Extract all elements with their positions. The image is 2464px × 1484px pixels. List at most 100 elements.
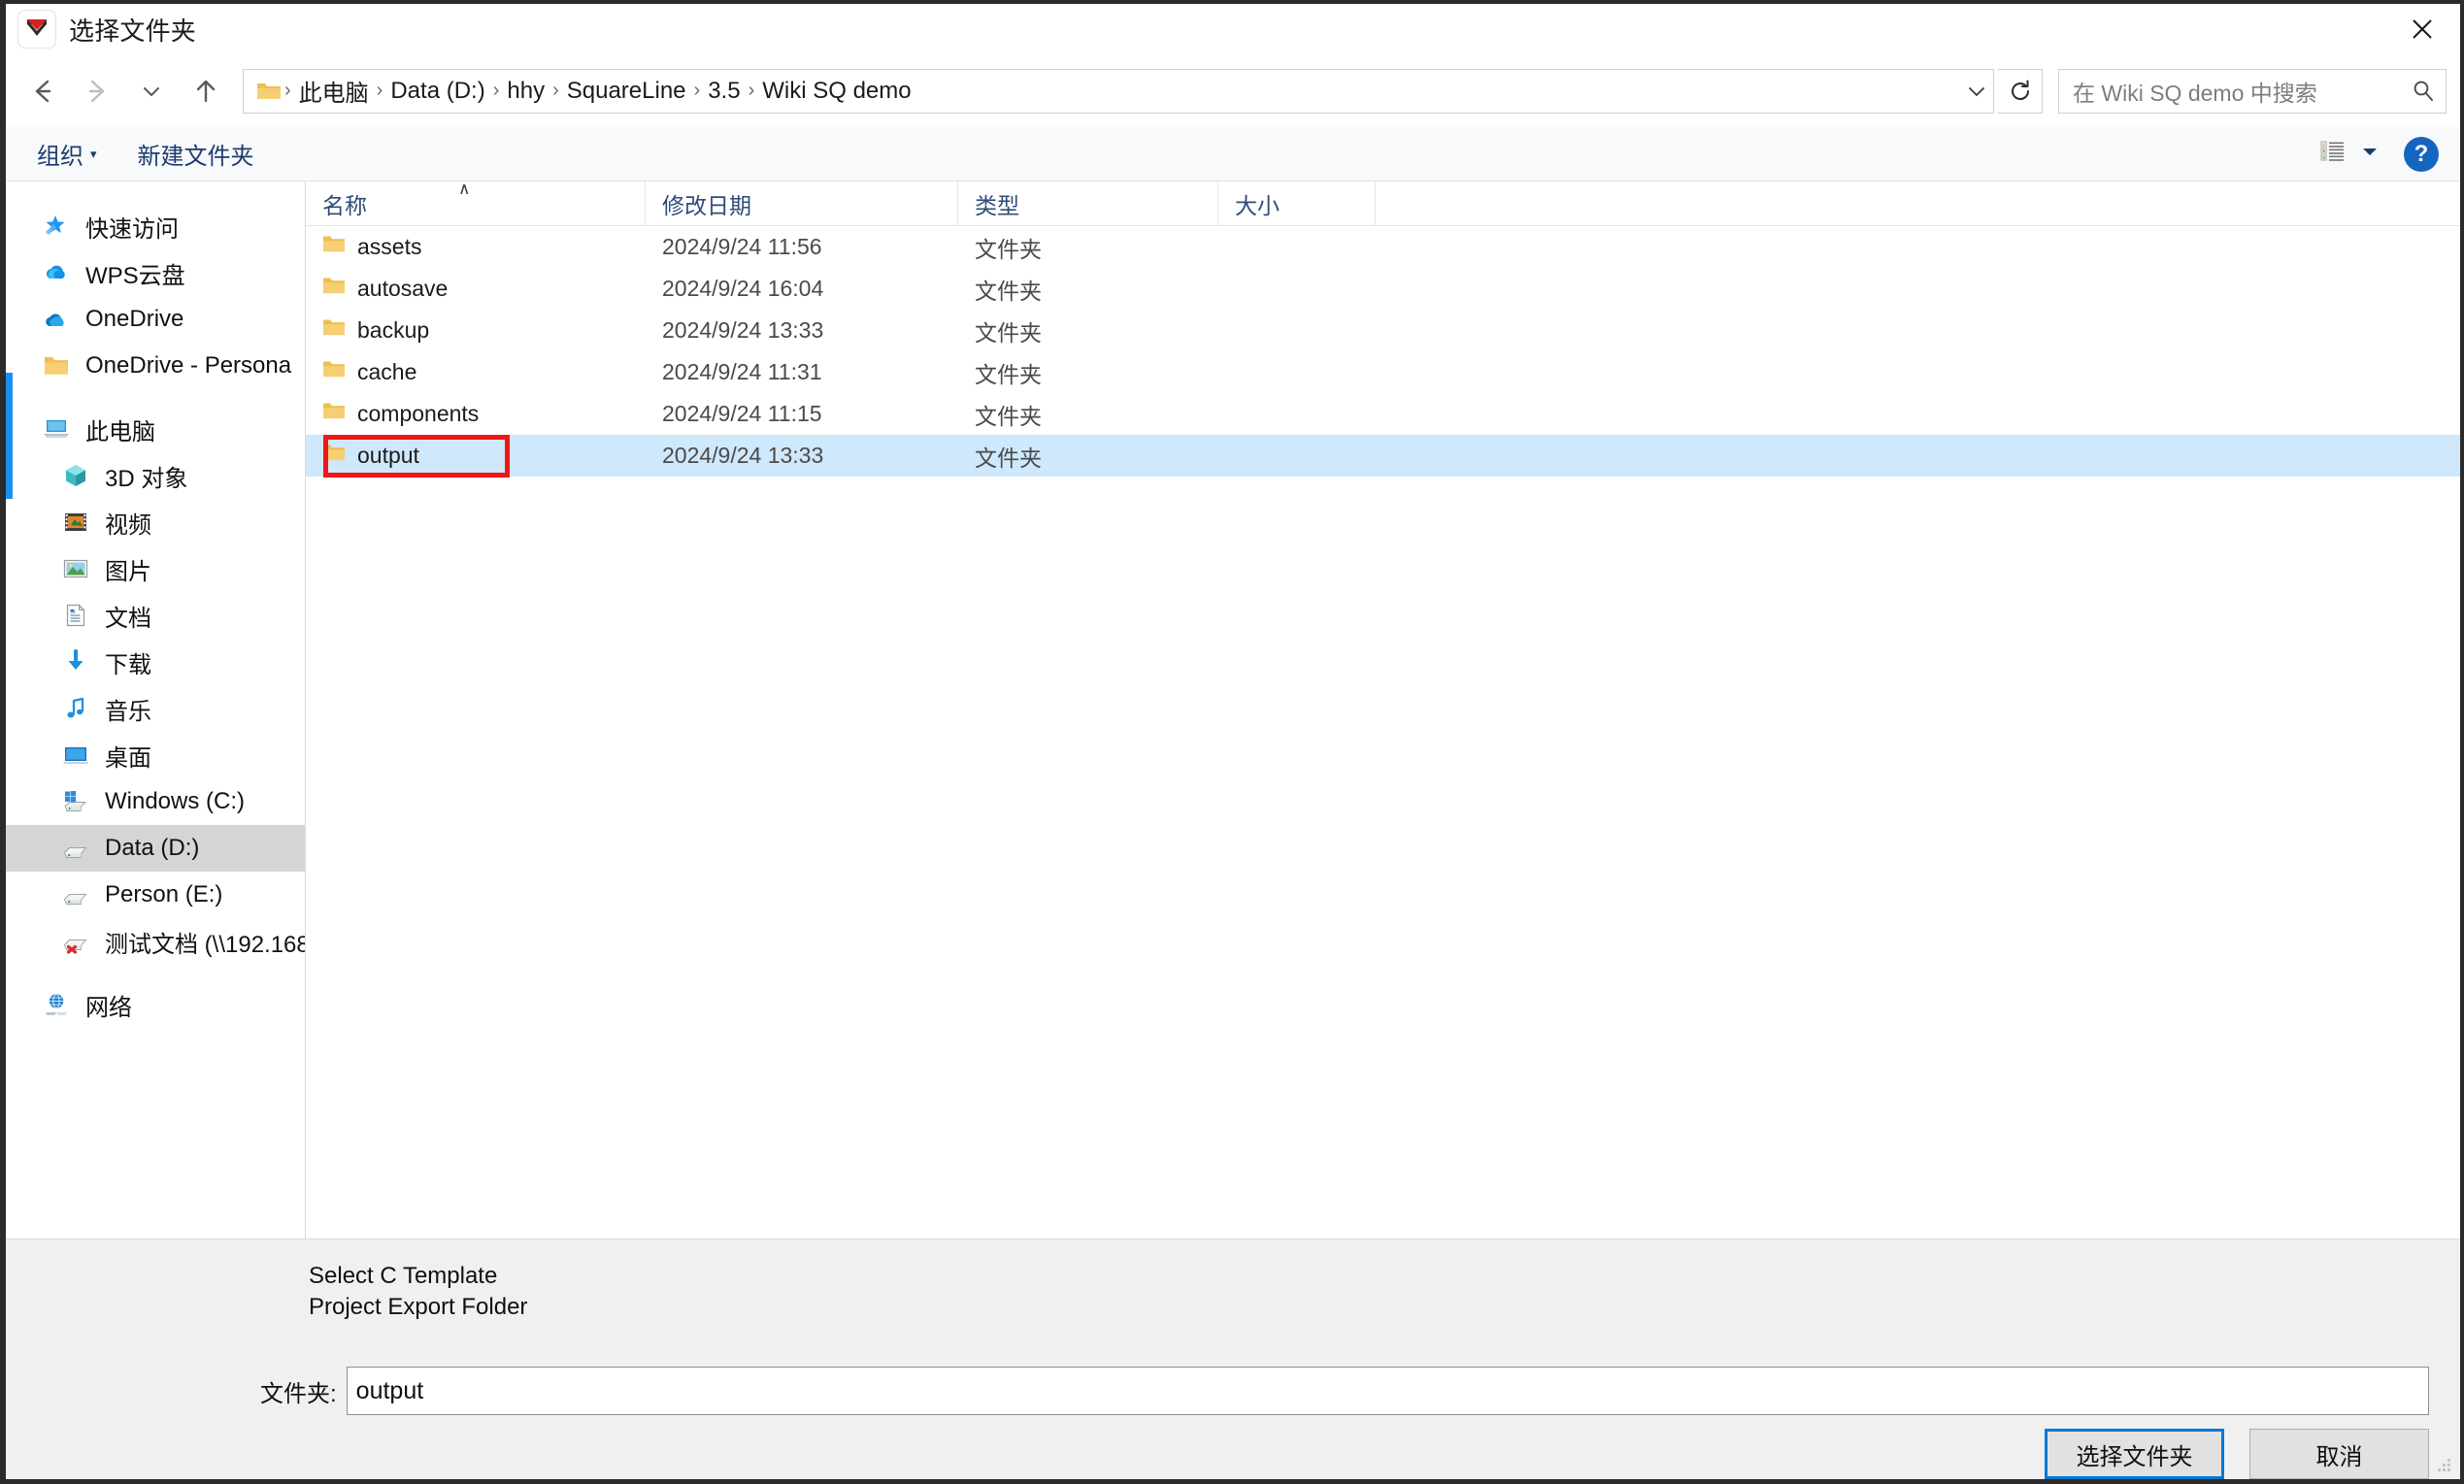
- table-row[interactable]: backup 2024/9/24 13:33 文件夹: [306, 310, 2460, 351]
- sidebar-item-1[interactable]: WPS云盘: [6, 249, 305, 296]
- breadcrumb-separator-3: ›: [552, 80, 559, 101]
- sidebar-item-list: 快速访问 WPS云盘 OneDrive OneDrive - Persona 此…: [6, 203, 305, 1028]
- address-dropdown-chevron-down-icon[interactable]: [1960, 70, 1993, 113]
- recent-locations-chevron-down-icon[interactable]: [124, 64, 179, 118]
- sidebar-item-label: Person (E:): [105, 881, 223, 907]
- sidebar-item-label: 文档: [105, 605, 151, 632]
- folder-field-label: 文件夹:: [260, 1380, 337, 1407]
- arrow-up-icon[interactable]: [179, 64, 233, 118]
- cell-type: 文件夹: [975, 445, 1042, 471]
- breadcrumb-separator-1: ›: [376, 80, 383, 101]
- navigation-bar: › 此电脑 › Data (D:) › hhy › SquareLine › 3…: [6, 54, 2460, 127]
- cell-name: backup: [306, 317, 646, 344]
- sidebar-item-9[interactable]: 下载: [6, 639, 305, 685]
- sidebar-item-12[interactable]: Windows (C:): [6, 778, 305, 825]
- close-button[interactable]: [2384, 4, 2460, 54]
- breadcrumb-separator-2: ›: [492, 80, 500, 101]
- navigation-sidebar[interactable]: 快速访问 WPS云盘 OneDrive OneDrive - Persona 此…: [6, 181, 306, 1238]
- sidebar-item-13[interactable]: Data (D:): [6, 825, 305, 872]
- network-drive-offline-icon: [62, 928, 95, 955]
- bottom-panel: Select C Template Project Export Folder …: [6, 1238, 2460, 1479]
- view-options-button[interactable]: [2318, 137, 2379, 171]
- breadcrumb-item-5[interactable]: Wiki SQ demo: [757, 78, 916, 105]
- folder-icon: [322, 276, 346, 302]
- cell-type: 文件夹: [975, 403, 1042, 429]
- organize-label: 组织: [37, 144, 83, 170]
- folder-name-row: 文件夹: output: [6, 1367, 2460, 1415]
- sidebar-item-6[interactable]: 视频: [6, 499, 305, 545]
- file-name-label: cache: [357, 359, 417, 384]
- help-label: ?: [2414, 140, 2429, 167]
- sidebar-item-2[interactable]: OneDrive: [6, 296, 305, 343]
- title-bar: 选择文件夹: [6, 4, 2460, 54]
- breadcrumb-item-4[interactable]: 3.5: [703, 78, 745, 105]
- view-options-chevron-down-icon: [2361, 145, 2379, 163]
- arrow-left-icon[interactable]: [16, 64, 70, 118]
- column-header-name[interactable]: 名称: [306, 181, 646, 226]
- file-name-label: autosave: [357, 276, 449, 301]
- file-list-pane[interactable]: 名称 修改日期 类型 大小 ∧ assets 2024/9/24 11:56 文件夹…: [306, 181, 2460, 1238]
- search-input[interactable]: 在 Wiki SQ demo 中搜索: [2058, 68, 2447, 114]
- folder-icon: [322, 401, 346, 427]
- address-bar[interactable]: › 此电脑 › Data (D:) › hhy › SquareLine › 3…: [243, 68, 1994, 114]
- cell-name: cache: [306, 359, 646, 385]
- sidebar-item-0[interactable]: 快速访问: [6, 203, 305, 249]
- cell-type: 文件夹: [975, 236, 1042, 262]
- column-header-type[interactable]: 类型: [958, 181, 1218, 226]
- sidebar-item-label: 图片: [105, 558, 151, 585]
- sidebar-item-16[interactable]: 网络: [6, 981, 305, 1028]
- sidebar-item-label: WPS云盘: [85, 262, 185, 289]
- table-row[interactable]: output 2024/9/24 13:33 文件夹: [306, 435, 2460, 478]
- cell-date-modified: 2024/9/24 13:33: [662, 317, 824, 343]
- sidebar-item-14[interactable]: Person (E:): [6, 872, 305, 918]
- breadcrumb-item-0[interactable]: 此电脑: [294, 74, 374, 108]
- cell-name: autosave: [306, 276, 646, 302]
- arrow-right-icon[interactable]: [70, 64, 124, 118]
- table-row[interactable]: cache 2024/9/24 11:31 文件夹: [306, 351, 2460, 393]
- command-bar: 组织 ▾ 新建文件夹 ?: [6, 127, 2460, 181]
- folder-picker-dialog: 选择文件夹 › 此电脑 › Data (D:) › hhy › SquareLi…: [0, 0, 2464, 1484]
- table-row[interactable]: assets 2024/9/24 11:56 文件夹: [306, 226, 2460, 268]
- refresh-icon[interactable]: [1998, 68, 2043, 114]
- documents-icon: [62, 602, 95, 629]
- table-row[interactable]: autosave 2024/9/24 16:04 文件夹: [306, 268, 2460, 310]
- list-view-icon: [2318, 137, 2347, 171]
- sidebar-item-10[interactable]: 音乐: [6, 685, 305, 732]
- cell-name: output: [306, 443, 646, 469]
- new-folder-button[interactable]: 新建文件夹: [128, 137, 264, 171]
- column-header-date-modified[interactable]: 修改日期: [646, 181, 958, 226]
- select-folder-button[interactable]: 选择文件夹: [2045, 1429, 2224, 1479]
- file-name-label: output: [357, 443, 419, 468]
- downloads-icon: [62, 648, 95, 676]
- breadcrumb-item-2[interactable]: hhy: [502, 78, 549, 105]
- file-name-label: components: [357, 401, 480, 426]
- sidebar-item-11[interactable]: 桌面: [6, 732, 305, 778]
- help-button[interactable]: ?: [2404, 136, 2439, 172]
- table-row[interactable]: components 2024/9/24 11:15 文件夹: [306, 393, 2460, 435]
- organize-button[interactable]: 组织 ▾: [27, 137, 107, 171]
- search-placeholder: 在 Wiki SQ demo 中搜索: [2073, 80, 2317, 106]
- dialog-button-row: 选择文件夹 取消: [2045, 1429, 2429, 1479]
- folder-icon: [43, 352, 76, 379]
- sort-ascending-icon: ∧: [458, 181, 471, 198]
- sidebar-item-label: 视频: [105, 511, 151, 539]
- sidebar-item-4[interactable]: 此电脑: [6, 406, 305, 452]
- sidebar-item-8[interactable]: 文档: [6, 592, 305, 639]
- column-header-size[interactable]: 大小: [1218, 181, 1376, 226]
- breadcrumb-separator-4: ›: [693, 80, 701, 101]
- sidebar-item-label: 快速访问: [85, 215, 179, 243]
- sidebar-item-3[interactable]: OneDrive - Persona: [6, 343, 305, 389]
- resize-grip[interactable]: [2434, 1455, 2453, 1474]
- sidebar-item-5[interactable]: 3D 对象: [6, 452, 305, 499]
- breadcrumb-item-3[interactable]: SquareLine: [562, 78, 691, 105]
- sidebar-item-7[interactable]: 图片: [6, 545, 305, 592]
- sidebar-item-15[interactable]: 测试文档 (\\192.168: [6, 918, 305, 965]
- breadcrumb-item-1[interactable]: Data (D:): [385, 78, 489, 105]
- cancel-button[interactable]: 取消: [2249, 1429, 2429, 1479]
- dialog-description: Select C Template Project Export Folder: [309, 1263, 528, 1320]
- window-title: 选择文件夹: [69, 16, 197, 46]
- folder-name-input[interactable]: output: [346, 1367, 2429, 1415]
- search-icon[interactable]: [2401, 79, 2446, 104]
- cell-date-modified: 2024/9/24 11:56: [662, 234, 822, 259]
